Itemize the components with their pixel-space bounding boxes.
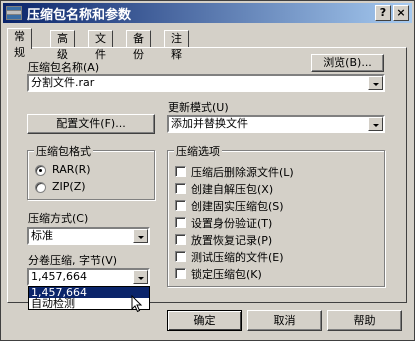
help-title-button[interactable]: ? xyxy=(375,5,391,21)
archive-name-combo[interactable]: 分割文件.rar xyxy=(27,74,385,92)
tab-advanced[interactable]: 高级 xyxy=(50,30,75,61)
cancel-button[interactable]: 取消 xyxy=(247,310,322,331)
title-bar[interactable]: 压缩包名称和参数 ? × xyxy=(3,3,412,23)
archive-name-label: 压缩包名称(A) xyxy=(28,61,100,74)
compression-method-select[interactable]: 标准 xyxy=(27,227,150,245)
create-solid-checkbox[interactable] xyxy=(175,200,186,211)
dialog-window: 压缩包名称和参数 ? × 常规 高级 文件 备份 注释 压缩包名称(A) 浏览(… xyxy=(0,0,415,341)
archive-name-dropdown-button[interactable] xyxy=(368,76,383,90)
option-label[interactable]: 创建自解压包(X) xyxy=(191,181,273,197)
rar-label[interactable]: RAR(R) xyxy=(52,163,91,176)
split-volume-label: 分卷压缩, 字节(V) xyxy=(28,254,118,267)
option-label[interactable]: 设置身份验证(T) xyxy=(191,215,272,231)
tab-files[interactable]: 文件 xyxy=(88,30,113,61)
split-volume-value: 1,457,664 xyxy=(31,270,87,283)
option-label[interactable]: 测试压缩的文件(E) xyxy=(191,249,284,265)
lock-archive-checkbox[interactable] xyxy=(175,268,186,279)
archive-format-title: 压缩包格式 xyxy=(34,143,93,159)
profiles-button[interactable]: 配置文件(F)... xyxy=(27,114,155,134)
help-button[interactable]: 帮助 xyxy=(327,310,402,331)
zip-label[interactable]: ZIP(Z) xyxy=(52,180,86,193)
ok-button[interactable]: 确定 xyxy=(167,310,242,331)
authenticity-checkbox[interactable] xyxy=(175,217,186,228)
archive-options-title: 压缩选项 xyxy=(174,143,222,159)
option-label[interactable]: 放置恢复记录(P) xyxy=(191,232,272,248)
option-label[interactable]: 压缩后删除源文件(L) xyxy=(191,164,294,180)
window-title: 压缩包名称和参数 xyxy=(27,8,132,23)
archive-format-group: 压缩包格式 xyxy=(27,143,155,200)
update-mode-dropdown-button[interactable] xyxy=(368,117,383,131)
rar-radio[interactable] xyxy=(35,165,46,176)
winrar-icon xyxy=(6,6,22,20)
compression-method-value: 标准 xyxy=(31,229,53,242)
option-label[interactable]: 创建固实压缩包(S) xyxy=(191,198,284,214)
split-volume-dropdown-button[interactable] xyxy=(133,270,148,284)
compression-method-dropdown-button[interactable] xyxy=(133,229,148,243)
browse-button[interactable]: 浏览(B)... xyxy=(311,54,384,72)
update-mode-label: 更新模式(U) xyxy=(168,101,229,114)
option-label[interactable]: 锁定压缩包(K) xyxy=(191,266,262,282)
compression-method-label: 压缩方式(C) xyxy=(28,212,89,225)
tab-general[interactable]: 常规 xyxy=(7,28,32,59)
tab-comment[interactable]: 注释 xyxy=(164,30,189,61)
split-volume-combo[interactable]: 1,457,664 xyxy=(27,268,150,286)
update-mode-value: 添加并替换文件 xyxy=(171,117,248,130)
delete-after-checkbox[interactable] xyxy=(175,166,186,177)
create-sfx-checkbox[interactable] xyxy=(175,183,186,194)
tab-backup[interactable]: 备份 xyxy=(126,30,151,61)
update-mode-select[interactable]: 添加并替换文件 xyxy=(167,115,385,133)
recovery-record-checkbox[interactable] xyxy=(175,234,186,245)
archive-name-value: 分割文件.rar xyxy=(31,76,95,89)
close-button[interactable]: × xyxy=(393,5,409,21)
mouse-cursor-icon xyxy=(131,295,143,313)
zip-radio[interactable] xyxy=(35,182,46,193)
test-files-checkbox[interactable] xyxy=(175,251,186,262)
